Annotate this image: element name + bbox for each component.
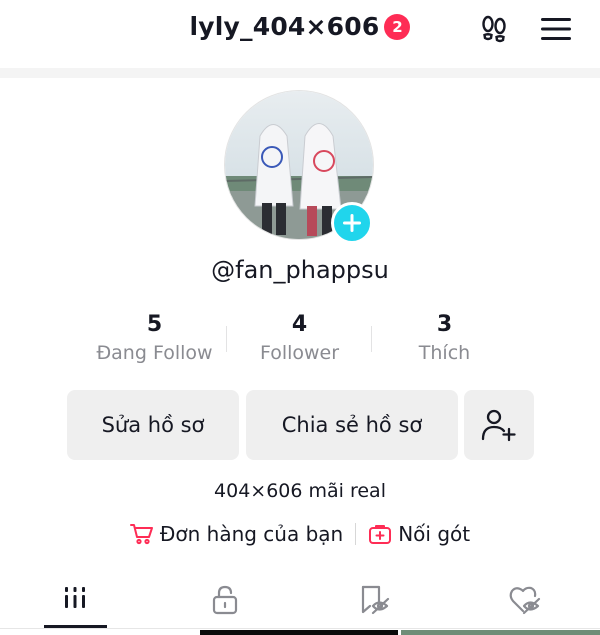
profile-links: Đơn hàng của bạn Nối gót: [0, 518, 600, 550]
tab-private[interactable]: [150, 578, 300, 628]
grid-icon: [65, 587, 85, 608]
profile-stats: 5 Đang Follow 4 Follower 3 Thích: [82, 310, 518, 372]
stat-likes-label: Thích: [418, 342, 471, 364]
footprint-icon[interactable]: [475, 10, 513, 48]
top-bar: lyly_404×606 2: [0, 0, 600, 62]
cart-icon: [129, 524, 153, 545]
notification-badge: 2: [384, 13, 411, 40]
medical-bag-icon: [369, 525, 392, 544]
lock-icon: [212, 585, 238, 615]
stat-following[interactable]: 5 Đang Follow: [82, 310, 227, 372]
add-avatar-button[interactable]: [331, 202, 373, 244]
continue-link[interactable]: Nối gót: [368, 522, 470, 546]
tab-saved[interactable]: [300, 578, 450, 628]
header-divider: [0, 68, 600, 78]
video-thumbnail[interactable]: [200, 630, 398, 635]
profile-bio: 404×606 mãi real: [214, 480, 386, 502]
add-user-icon: [481, 409, 516, 442]
stat-likes[interactable]: 3 Thích: [372, 310, 517, 372]
stat-followers-count: 4: [291, 312, 308, 337]
bookmark-hidden-icon: [361, 585, 390, 615]
profile-tabs: [0, 578, 600, 628]
orders-link[interactable]: Đơn hàng của bạn: [129, 522, 344, 546]
stat-followers[interactable]: 4 Follower: [227, 310, 372, 372]
video-thumbnail[interactable]: [401, 630, 600, 635]
profile-handle: @fan_phappsu: [211, 256, 389, 284]
tab-videos[interactable]: [0, 578, 150, 628]
heart-hidden-icon: [509, 586, 541, 615]
stat-likes-count: 3: [436, 312, 453, 337]
add-friend-button[interactable]: [464, 390, 534, 460]
continue-link-label: Nối gót: [398, 522, 471, 546]
links-divider: [355, 523, 357, 545]
stat-following-label: Đang Follow: [96, 342, 213, 364]
plus-icon: [343, 214, 361, 232]
tab-liked[interactable]: [450, 578, 600, 628]
share-profile-button[interactable]: Chia sẻ hồ sơ: [246, 390, 458, 460]
stat-followers-label: Follower: [259, 342, 340, 364]
menu-icon[interactable]: [537, 10, 575, 48]
edit-profile-button[interactable]: Sửa hồ sơ: [67, 390, 239, 460]
username-title[interactable]: lyly_404×606: [190, 12, 380, 41]
tabs-divider: [0, 628, 600, 629]
orders-link-label: Đơn hàng của bạn: [159, 522, 344, 546]
stat-following-count: 5: [146, 312, 163, 337]
